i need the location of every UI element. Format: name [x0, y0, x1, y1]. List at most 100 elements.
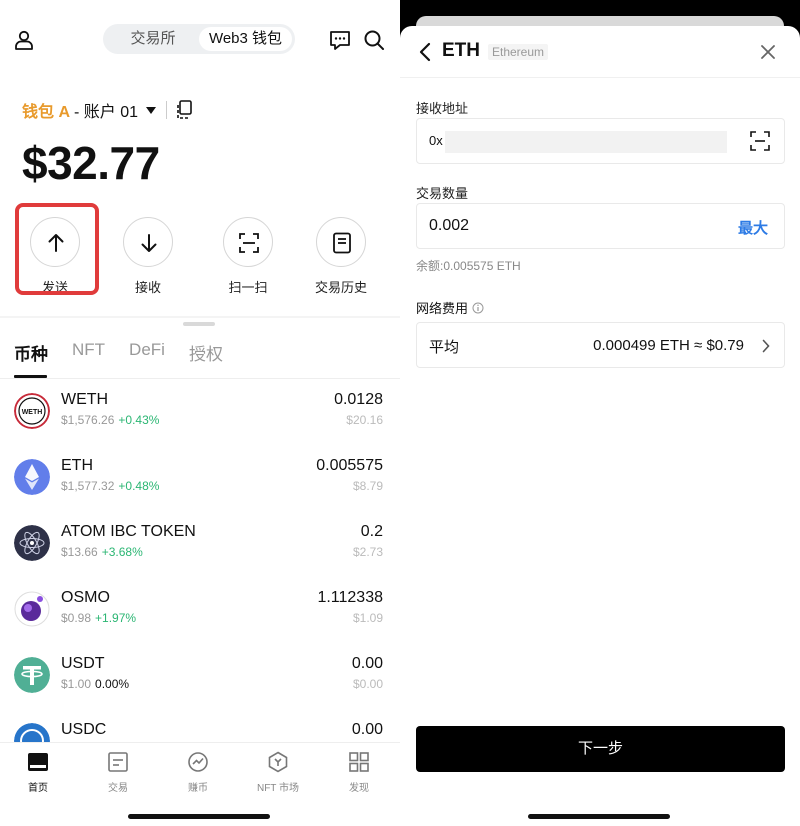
asset-tabs: 币种 NFT DeFi 授权	[14, 340, 247, 370]
info-icon[interactable]	[472, 302, 484, 314]
token-amount: 0.2	[360, 523, 383, 540]
chevron-right-icon	[762, 339, 770, 353]
caret-down-icon	[146, 106, 157, 114]
fee-selector[interactable]: 平均 0.000499 ETH ≈ $0.79	[416, 322, 785, 368]
history-button[interactable]: 交易历史	[306, 217, 376, 296]
home-indicator	[128, 814, 270, 819]
usdt-icon	[14, 657, 50, 693]
price-change: +0.43%	[118, 413, 160, 427]
token-price: $1,577.32 +0.48%	[61, 479, 159, 493]
scan-icon[interactable]	[750, 131, 770, 151]
sheet-header: ETH Ethereum	[400, 26, 800, 78]
tab-approvals[interactable]: 授权	[189, 340, 223, 370]
search-icon[interactable]	[362, 28, 386, 52]
price-change: +3.68%	[101, 545, 143, 559]
total-balance: $32.77	[22, 137, 160, 189]
amount-input[interactable]: 0.002 最大	[416, 203, 785, 249]
grid-icon	[349, 752, 369, 772]
tab-exchange[interactable]: 交易所	[117, 27, 189, 51]
price-value: $1,577.32	[61, 479, 115, 493]
top-bar: 交易所 Web3 钱包	[0, 0, 400, 80]
message-icon[interactable]	[328, 28, 352, 52]
address-prefix: 0x	[429, 133, 443, 148]
network-badge: Ethereum	[488, 44, 549, 60]
nav-nft-market[interactable]: NFT 市场	[248, 751, 308, 794]
token-name: OSMO	[61, 589, 110, 606]
address-label: 接收地址	[416, 101, 469, 116]
send-highlight-box	[15, 203, 99, 295]
token-name: ATOM IBC TOKEN	[61, 523, 196, 540]
price-value: $13.66	[61, 545, 98, 559]
earn-icon	[188, 752, 208, 772]
token-amount: 1.112338	[317, 589, 383, 606]
svg-text:WETH: WETH	[22, 409, 43, 416]
redacted-address	[445, 131, 727, 153]
nav-home[interactable]: 首页	[8, 751, 68, 794]
fee-label: 网络费用	[416, 301, 469, 316]
tab-nft[interactable]: NFT	[72, 340, 105, 370]
scan-circle	[223, 217, 273, 267]
tab-web3-wallet[interactable]: Web3 钱包	[199, 27, 292, 51]
back-chevron-icon[interactable]	[418, 42, 432, 62]
atom-icon	[14, 525, 50, 561]
token-row[interactable]: ETH $1,577.32 +0.48% 0.005575 $8.79	[0, 451, 400, 517]
send-form-sheet: ETH Ethereum 接收地址 0x 交易数量 0.002 最大 余额:0.…	[400, 26, 800, 826]
tab-defi[interactable]: DeFi	[129, 340, 165, 370]
mode-switch: 交易所 Web3 钱包	[103, 24, 295, 54]
token-amount: 0.00	[351, 721, 383, 738]
receive-label: 接收	[134, 280, 161, 295]
token-usd: $0.00	[352, 677, 383, 691]
tabs-divider	[0, 378, 400, 379]
drag-handle[interactable]	[183, 322, 215, 326]
receive-button[interactable]: 接收	[113, 217, 183, 296]
trade-icon	[108, 752, 128, 772]
token-row[interactable]: OSMO $0.98 +1.97% 1.112338 $1.09	[0, 583, 400, 649]
nav-discover[interactable]: 发现	[329, 751, 389, 794]
account-name: - 账户 01	[74, 104, 139, 121]
price-change: +1.97%	[95, 611, 137, 625]
token-amount: 0.005575	[316, 457, 383, 474]
nav-label: 交易	[108, 783, 128, 794]
nav-trade[interactable]: 交易	[88, 751, 148, 794]
token-usd: $1.09	[352, 611, 383, 625]
wallet-name: 钱包 A	[22, 104, 71, 121]
wallet-selector[interactable]: 钱包 A - 账户 01	[22, 98, 193, 122]
token-row[interactable]: USDT $1.00 0.00% 0.00 $0.00	[0, 649, 400, 715]
token-price: $0.98 +1.97%	[61, 611, 136, 625]
close-icon[interactable]	[760, 44, 776, 60]
sheet-title: ETH	[442, 40, 480, 61]
nav-earn[interactable]: 赚币	[168, 751, 228, 794]
weth-icon: WETH	[14, 393, 50, 429]
token-amount: 0.00	[351, 655, 383, 672]
token-price: $13.66 +3.68%	[61, 545, 143, 559]
scan-icon	[239, 233, 259, 253]
token-price: $1,576.26 +0.43%	[61, 413, 159, 427]
token-row[interactable]: WETH WETH $1,576.26 +0.43% 0.0128 $20.16	[0, 385, 400, 451]
max-button[interactable]: 最大	[738, 217, 768, 238]
scan-button[interactable]: 扫一扫	[213, 217, 283, 296]
scan-label: 扫一扫	[228, 280, 268, 295]
available-balance: 余额:0.005575 ETH	[416, 259, 521, 273]
amount-label: 交易数量	[416, 186, 469, 201]
send-sheet-screen: ETH Ethereum 接收地址 0x 交易数量 0.002 最大 余额:0.…	[400, 0, 800, 826]
eth-icon	[14, 459, 50, 495]
arrow-down-icon	[141, 234, 157, 252]
section-divider	[0, 316, 400, 318]
token-name: USDC	[61, 721, 107, 738]
token-row[interactable]: ATOM IBC TOKEN $13.66 +3.68% 0.2 $2.73	[0, 517, 400, 583]
next-button[interactable]: 下一步	[416, 726, 785, 772]
osmo-icon	[14, 591, 50, 627]
price-change: 0.00%	[95, 677, 130, 691]
token-usd: $2.73	[352, 545, 383, 559]
copy-icon[interactable]	[175, 100, 193, 120]
nav-label: NFT 市场	[256, 783, 300, 794]
history-label: 交易历史	[314, 280, 367, 295]
receive-circle	[123, 217, 173, 267]
amount-value: 0.002	[429, 217, 470, 234]
address-input[interactable]: 0x	[416, 118, 785, 164]
token-amount: 0.0128	[334, 391, 383, 408]
wallet-home-screen: 交易所 Web3 钱包 钱包 A - 账户 01 $32.77 发送 接收 扫一…	[0, 0, 400, 826]
tab-tokens[interactable]: 币种	[14, 340, 48, 370]
history-circle	[316, 217, 366, 267]
user-icon[interactable]	[12, 28, 36, 52]
